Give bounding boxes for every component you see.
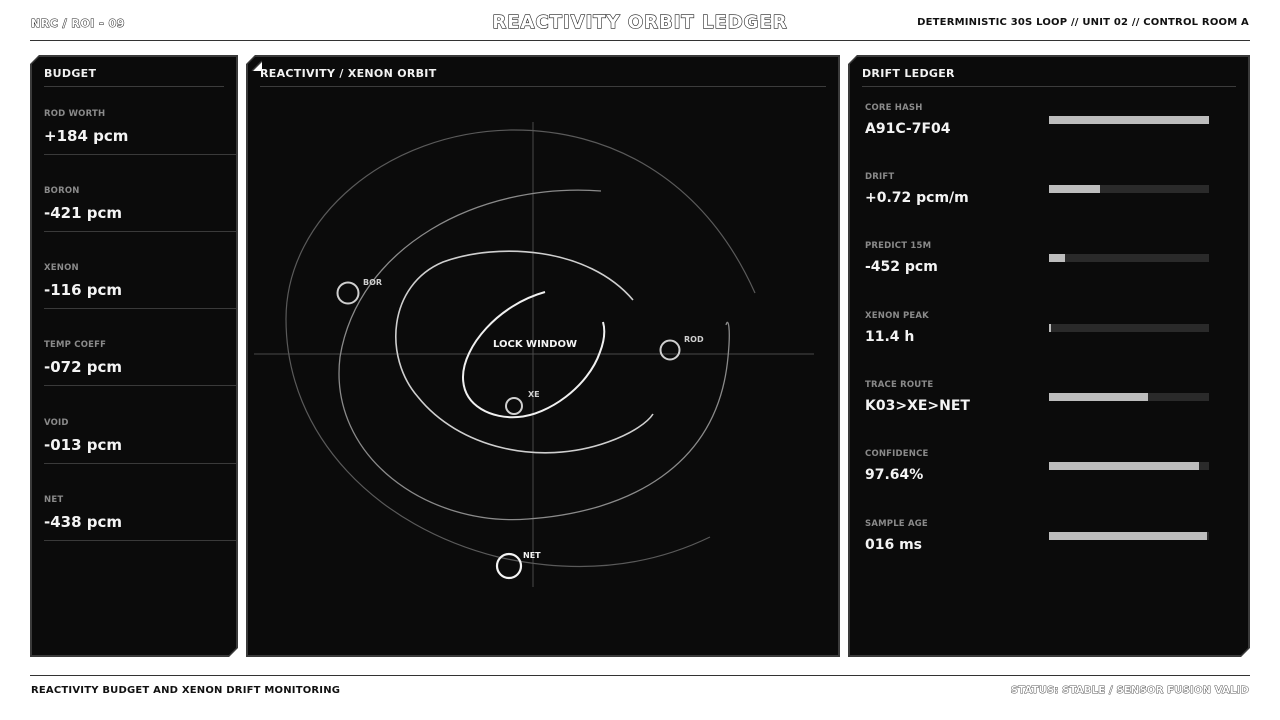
budget-divider [44,154,236,155]
budget-label: TEMP COEFF [44,340,107,350]
drift-title-divider [862,86,1236,87]
budget-label: XENON [44,263,79,273]
budget-title-divider [44,86,224,87]
budget-title: BUDGET [44,67,97,80]
header-context: DETERMINISTIC 30S LOOP // UNIT 02 // CON… [917,17,1249,28]
marker-bor-label: BOR [363,278,382,287]
marker-rod-label: ROD [684,335,704,344]
drift-label: XENON PEAK [865,311,929,321]
budget-panel: BUDGET ROD WORTH +184 pcm BORON -421 pcm… [30,55,238,657]
orbit-panel: REACTIVITY / XENON ORBIT LOCK WINDOW BOR… [246,55,840,657]
marker-xe-label: XE [528,390,540,399]
budget-item-boron: BORON -421 pcm [44,186,236,232]
drift-item-trace-route: TRACE ROUTE K03>XE>NET [865,380,1235,440]
drift-item-confidence: CONFIDENCE 97.64% [865,449,1235,509]
budget-value: -421 pcm [44,204,123,222]
corner-notch-icon [1239,646,1250,657]
drift-meter-track [1049,254,1209,262]
budget-item-rod-worth: ROD WORTH +184 pcm [44,109,236,155]
orbit-ring-third [395,250,654,454]
budget-value: +184 pcm [44,127,129,145]
corner-notch-icon [227,646,238,657]
budget-label: ROD WORTH [44,109,106,119]
budget-divider [44,385,236,386]
footer-description: REACTIVITY BUDGET AND XENON DRIFT MONITO… [31,685,341,696]
drift-item-drift: DRIFT +0.72 pcm/m [865,172,1235,232]
marker-xe-icon[interactable] [505,397,523,415]
header-divider [30,40,1250,41]
drift-item-sample-age: SAMPLE AGE 016 ms [865,519,1235,579]
drift-label: CORE HASH [865,103,923,113]
corner-notch-icon [30,55,41,66]
budget-divider [44,308,236,309]
drift-meter-track [1049,532,1209,540]
marker-rod-icon[interactable] [659,339,681,361]
marker-net-icon[interactable] [495,552,523,580]
drift-meter-track [1049,116,1209,124]
drift-meter-fill [1049,185,1101,193]
drift-meter-fill [1049,393,1149,401]
drift-label: PREDICT 15M [865,241,932,251]
drift-label: TRACE ROUTE [865,380,934,390]
drift-item-xenon-peak: XENON PEAK 11.4 h [865,311,1235,371]
budget-item-xenon: XENON -116 pcm [44,263,236,309]
budget-value: -116 pcm [44,281,123,299]
drift-meter-fill [1049,116,1209,124]
budget-divider [44,463,236,464]
budget-item-net: NET -438 pcm [44,495,236,541]
budget-item-void: VOID -013 pcm [44,418,236,464]
budget-value: -072 pcm [44,358,123,376]
drift-label: CONFIDENCE [865,449,929,459]
budget-value: -438 pcm [44,513,123,531]
status-text: STATUS: STABLE / SENSOR FUSION VALID [1010,685,1249,697]
corner-notch-icon [848,55,859,66]
budget-item-temp-coeff: TEMP COEFF -072 pcm [44,340,236,386]
budget-label: BORON [44,186,80,196]
drift-label: DRIFT [865,172,895,182]
budget-divider [44,540,236,541]
drift-meter-track [1049,185,1209,193]
budget-label: VOID [44,418,69,428]
budget-value: -013 pcm [44,436,123,454]
drift-panel: DRIFT LEDGER CORE HASH A91C-7F04 DRIFT +… [848,55,1250,657]
orbit-plot: LOCK WINDOW BOR ROD XE NET [254,122,814,587]
footer-divider [30,675,1250,676]
drift-meter-track [1049,393,1209,401]
drift-meter-fill [1049,324,1051,332]
drift-item-core-hash: CORE HASH A91C-7F04 [865,103,1235,163]
marker-net-label: NET [523,551,541,560]
budget-divider [44,231,236,232]
lock-window-label: LOCK WINDOW [493,339,577,350]
drift-meter-fill [1049,462,1200,470]
drift-meter-fill [1049,532,1208,540]
drift-item-predict-15m: PREDICT 15M -452 pcm [865,241,1235,301]
drift-meter-track [1049,324,1209,332]
marker-bor-icon[interactable] [336,281,360,305]
drift-label: SAMPLE AGE [865,519,928,529]
budget-label: NET [44,495,64,505]
drift-meter-fill [1049,254,1065,262]
drift-meter-track [1049,462,1209,470]
drift-title: DRIFT LEDGER [862,67,955,80]
